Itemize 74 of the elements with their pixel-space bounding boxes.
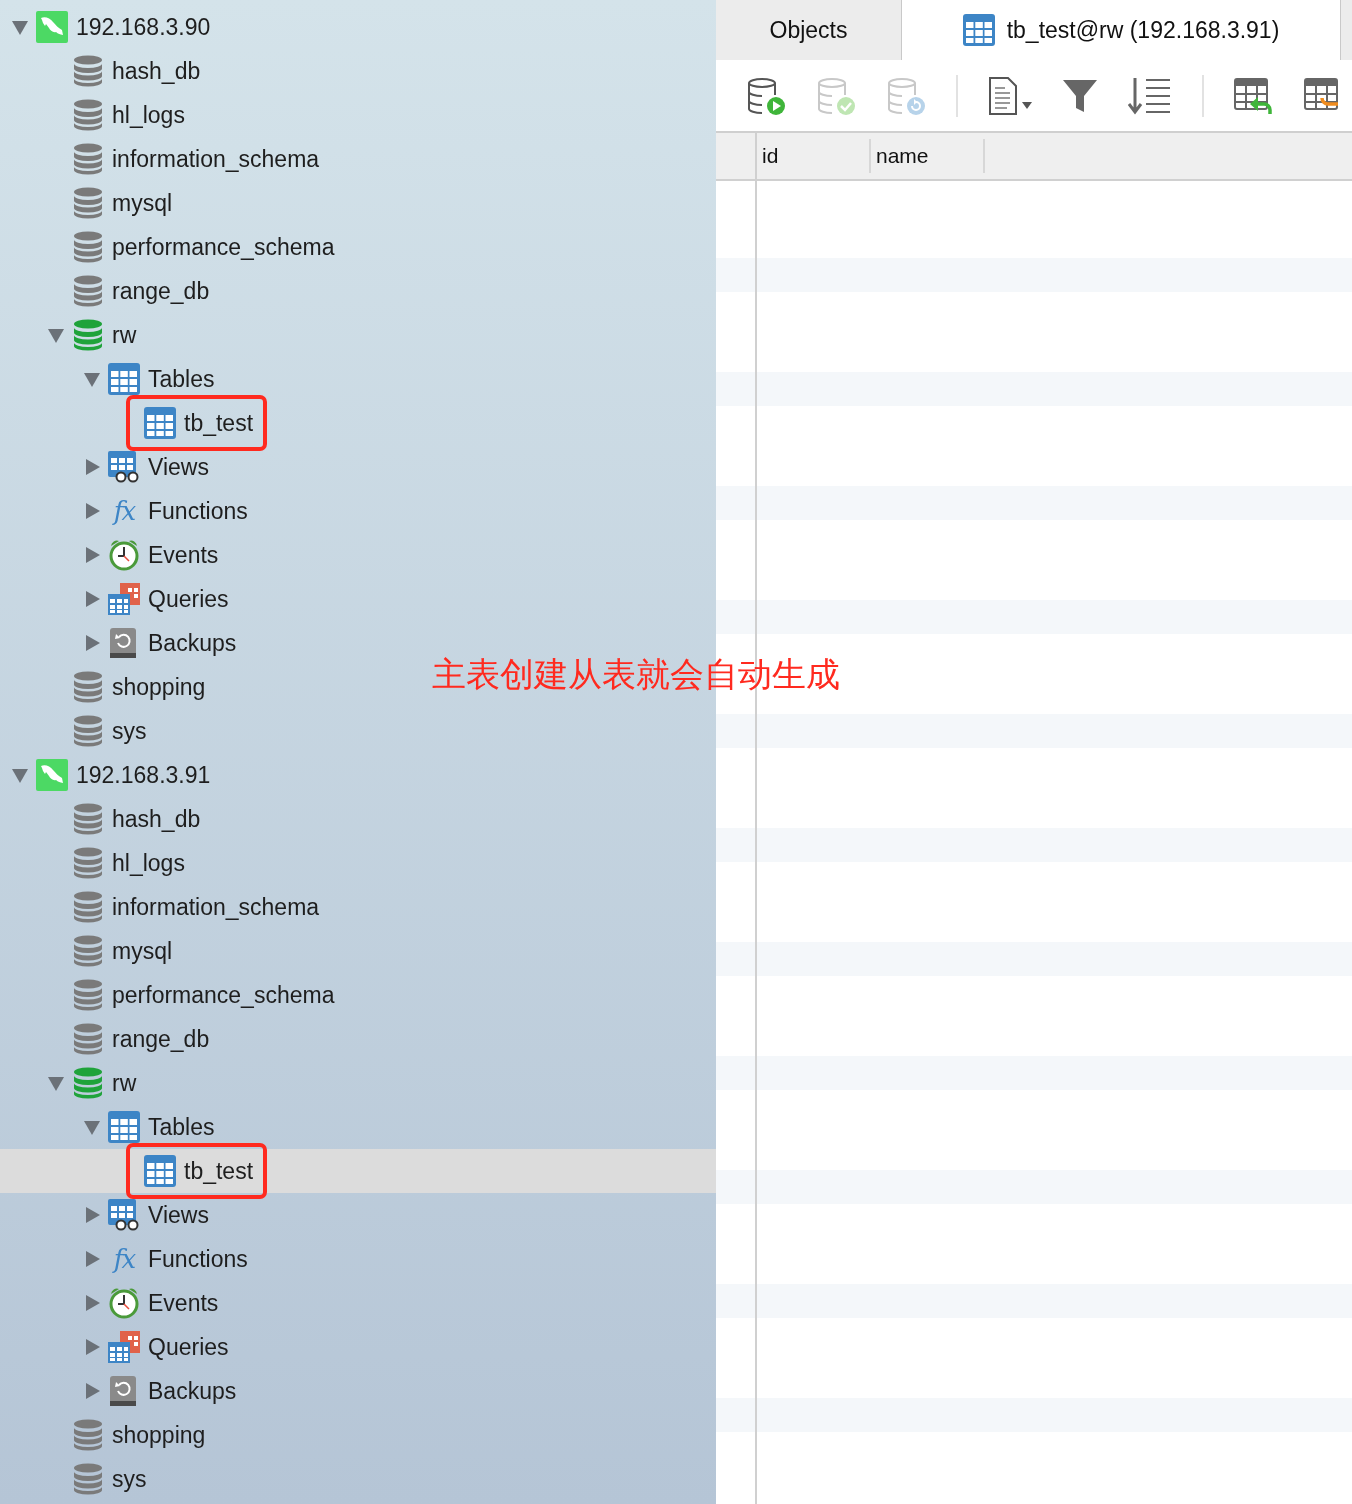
database-name[interactable]: mysql [112,189,173,217]
expand-arrow-icon[interactable] [84,591,100,607]
function-icon: fx [108,495,140,527]
collapse-arrow-icon[interactable] [84,371,100,387]
annotation-text: 主表创建从表就会自动生成 [432,654,840,694]
expand-arrow-icon[interactable] [84,1383,100,1399]
column-header[interactable]: id [757,139,871,173]
alarm-clock-icon [108,539,140,571]
table-icon [144,1155,176,1187]
group-name[interactable]: Views [148,1201,209,1229]
expand-arrow-icon[interactable] [84,1295,100,1311]
database-name[interactable]: hash_db [112,805,201,833]
database-name[interactable]: sys [112,717,147,745]
expand-arrow-icon[interactable] [84,503,100,519]
group-name[interactable]: Tables [148,365,215,393]
database-name[interactable]: performance_schema [112,233,335,261]
group-name[interactable]: Functions [148,1245,248,1273]
table-icon [108,1111,140,1143]
database-name[interactable]: range_db [112,277,210,305]
table-icon [962,14,995,46]
column-header[interactable]: name [871,139,985,173]
collapse-arrow-icon[interactable] [48,1075,64,1091]
group-name[interactable]: Tables [148,1113,215,1141]
filter-icon[interactable] [1062,77,1098,114]
dolphin-icon [36,11,68,43]
group-name[interactable]: Queries [148,585,229,613]
group-name[interactable]: Events [148,541,219,569]
alarm-clock-icon [108,1287,140,1319]
collapse-arrow-icon[interactable] [12,767,28,783]
expand-arrow-icon[interactable] [84,547,100,563]
database-name[interactable]: range_db [112,1025,210,1053]
group-name[interactable]: Backups [148,629,237,657]
database-play-icon[interactable] [746,75,786,116]
table-name[interactable]: tb_test [184,1157,254,1185]
database-name[interactable]: shopping [112,1421,206,1449]
table-arrow-icon[interactable] [1234,75,1274,116]
expand-arrow-icon[interactable] [84,635,100,651]
database-name[interactable]: hl_logs [112,849,185,877]
database-name[interactable]: mysql [112,937,173,965]
database-name[interactable]: shopping [112,673,206,701]
table-glasses-icon [108,451,140,483]
collapse-arrow-icon[interactable] [84,1119,100,1135]
database-name[interactable]: rw [112,1069,137,1097]
connection-name[interactable]: 192.168.3.91 [76,761,211,789]
database-name[interactable]: performance_schema [112,981,335,1009]
database-name[interactable]: information_schema [112,145,320,173]
collapse-arrow-icon[interactable] [48,327,64,343]
expand-arrow-icon[interactable] [84,459,100,475]
table-icon [144,407,176,439]
group-name[interactable]: Queries [148,1333,229,1361]
expand-arrow-icon[interactable] [84,1207,100,1223]
database-name[interactable]: information_schema [112,893,320,921]
expand-arrow-icon[interactable] [84,1251,100,1267]
group-name[interactable]: Events [148,1289,219,1317]
table-name[interactable]: tb_test [184,409,254,437]
database-name[interactable]: hash_db [112,57,201,85]
database-name[interactable]: rw [112,321,137,349]
function-icon: fx [108,1243,140,1275]
table-glasses-icon [108,1199,140,1231]
document-icon[interactable] [988,75,1032,116]
group-name[interactable]: Functions [148,497,248,525]
query-icon [108,1331,140,1363]
tab[interactable]: tb_test@rw (192.168.3.91) [902,0,1341,60]
database-name[interactable]: hl_logs [112,101,185,129]
group-name[interactable]: Backups [148,1377,237,1405]
database-name[interactable]: sys [112,1465,147,1493]
dolphin-icon [36,759,68,791]
connection-name[interactable]: 192.168.3.90 [76,13,211,41]
collapse-arrow-icon[interactable] [12,19,28,35]
expand-arrow-icon[interactable] [84,1339,100,1355]
sort-icon[interactable] [1128,75,1172,116]
table-icon [108,363,140,395]
query-icon [108,583,140,615]
group-name[interactable]: Views [148,453,209,481]
